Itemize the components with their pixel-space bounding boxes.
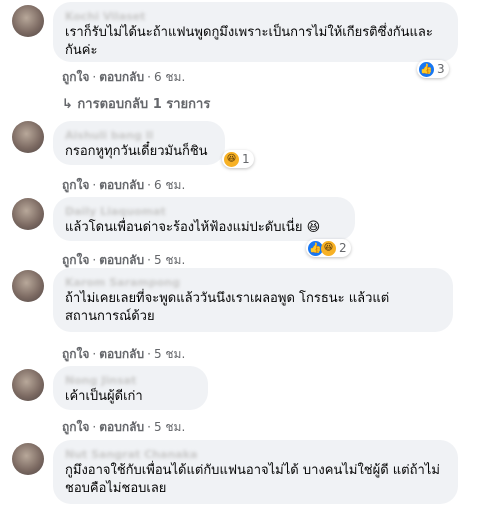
commenter-name[interactable]: Aishuli bang ll xyxy=(65,129,213,143)
comment-actions: ถูกใจ · ตอบกลับ · 6 ชม. xyxy=(62,70,186,84)
comment-bubble: Nut Sangrat Chanaka กูมึงอาจใช้กับเพื่อน… xyxy=(53,440,458,504)
like-link[interactable]: ถูกใจ xyxy=(62,347,89,361)
like-link[interactable]: ถูกใจ xyxy=(62,420,89,434)
like-link[interactable]: ถูกใจ xyxy=(62,70,89,84)
reply-link[interactable]: ตอบกลับ xyxy=(99,70,144,84)
reaction-count: 2 xyxy=(339,241,347,255)
timestamp[interactable]: 5 ชม. xyxy=(154,420,185,434)
commenter-name[interactable]: Nong Jinsat xyxy=(65,374,196,388)
avatar[interactable] xyxy=(12,270,44,302)
timestamp[interactable]: 6 ชม. xyxy=(154,70,185,84)
commenter-name[interactable]: Nut Sangrat Chanaka xyxy=(65,448,446,462)
reaction-summary[interactable]: 👍 3 xyxy=(417,60,449,78)
like-icon: 👍 xyxy=(419,61,434,77)
comment-text: กูมึงอาจใช้กับเพื่อนได้แต่กับแฟนอาจไม่ได… xyxy=(65,463,440,496)
commenter-name[interactable]: Daily Liaquomat xyxy=(65,205,343,219)
timestamp[interactable]: 6 ชม. xyxy=(154,178,185,192)
commenter-name[interactable]: Kochi Vilaset xyxy=(65,10,446,24)
comment-actions: ถูกใจ · ตอบกลับ · 5 ชม. xyxy=(62,420,186,434)
reply-link[interactable]: ตอบกลับ xyxy=(99,178,144,192)
comment-bubble: Kochi Vilaset เราก็รับไม่ได้นะถ้าแฟนพูดก… xyxy=(53,2,458,62)
comment-text: กรอกหูทุกวันเดี๋ยวมันก็ชิน xyxy=(65,144,208,159)
haha-icon: 😆 xyxy=(321,240,336,256)
comment-bubble: Aishuli bang ll กรอกหูทุกวันเดี๋ยวมันก็ช… xyxy=(53,121,225,165)
comment-text: ถ้าไม่เคยเลยที่จะพูดแล้ววันนึงเราเผลอพูด… xyxy=(65,291,390,324)
timestamp[interactable]: 5 ชม. xyxy=(154,347,185,361)
commenter-name[interactable]: Karom Sarampong xyxy=(65,276,441,290)
reaction-count: 3 xyxy=(437,62,445,76)
reply-link[interactable]: ตอบกลับ xyxy=(99,253,144,267)
timestamp[interactable]: 5 ชม. xyxy=(154,253,185,267)
comment-actions: ถูกใจ · ตอบกลับ · 5 ชม. xyxy=(62,347,186,361)
comment-bubble: Nong Jinsat เค้าเป็นผู้ดีเก่า xyxy=(53,366,208,410)
like-link[interactable]: ถูกใจ xyxy=(62,253,89,267)
reply-link[interactable]: ตอบกลับ xyxy=(99,420,144,434)
reaction-summary[interactable]: 😆 1 xyxy=(222,150,254,168)
avatar[interactable] xyxy=(12,198,44,230)
avatar[interactable] xyxy=(12,5,44,37)
comment-actions: ถูกใจ · ตอบกลับ · 6 ชม. xyxy=(62,178,186,192)
haha-icon: 😆 xyxy=(224,151,239,167)
reply-link[interactable]: ตอบกลับ xyxy=(99,347,144,361)
comment-bubble: Daily Liaquomat แล้วโดนเพื่อนด่าจะร้องไห… xyxy=(53,197,355,241)
reaction-count: 1 xyxy=(242,152,250,166)
reaction-summary[interactable]: 👍 😆 2 xyxy=(306,239,351,257)
like-link[interactable]: ถูกใจ xyxy=(62,178,89,192)
comment-text: เราก็รับไม่ได้นะถ้าแฟนพูดกูมึงเพราะเป็นก… xyxy=(65,25,433,58)
avatar[interactable] xyxy=(12,443,44,475)
avatar[interactable] xyxy=(12,369,44,401)
view-replies-link[interactable]: ↳ การตอบกลับ 1 รายการ xyxy=(62,93,210,114)
comment-text: แล้วโดนเพื่อนด่าจะร้องไห้ฟ้องแม่ปะดับเนี… xyxy=(65,220,321,235)
avatar[interactable] xyxy=(12,121,44,153)
comment-bubble: Karom Sarampong ถ้าไม่เคยเลยที่จะพูดแล้ว… xyxy=(53,268,453,332)
comment-text: เค้าเป็นผู้ดีเก่า xyxy=(65,389,143,404)
